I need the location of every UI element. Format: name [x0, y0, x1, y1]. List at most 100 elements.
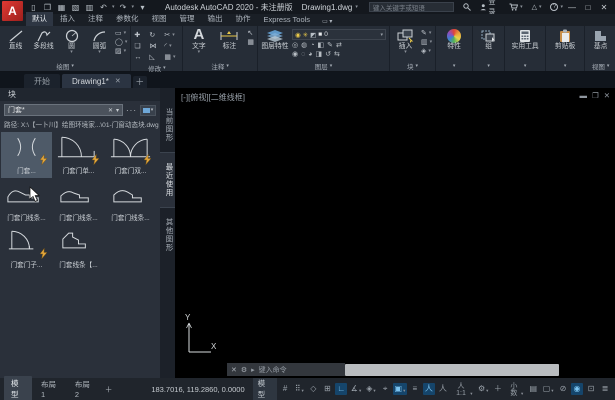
- save-as-icon[interactable]: ▧: [70, 3, 81, 12]
- qat-customize-icon[interactable]: ▾: [137, 3, 148, 12]
- ellipse-icon[interactable]: ◯▾: [115, 39, 127, 46]
- edit-attribute-icon-dropdown[interactable]: ▾: [429, 31, 432, 36]
- osnap-tracking-icon[interactable]: ⌖: [379, 383, 391, 395]
- clipboard-button[interactable]: 剪贴板: [549, 28, 581, 50]
- panel-expand-icon[interactable]: ▾: [226, 63, 229, 69]
- units-label-dropdown[interactable]: ▾: [521, 392, 523, 397]
- hatch-icon-dropdown[interactable]: ▾: [124, 49, 127, 54]
- annotation-monitor-icon[interactable]: ＋: [492, 383, 504, 395]
- snap-mode-icon-dropdown[interactable]: ▾: [302, 389, 304, 394]
- layer-isolate-icon[interactable]: ◍: [301, 42, 307, 49]
- panel-expand-icon[interactable]: ▾: [71, 63, 74, 69]
- circle-dropdown-icon[interactable]: ▾: [70, 50, 73, 56]
- layer-thaw-icon[interactable]: ◕: [308, 51, 312, 58]
- panel-view-label[interactable]: 视图▾: [585, 61, 615, 71]
- block-item-4[interactable]: 门套门线条...: [53, 179, 104, 225]
- plot-icon[interactable]: ▥: [84, 3, 95, 12]
- ellipse-icon-dropdown[interactable]: ▾: [125, 40, 128, 45]
- ribbon-tab-Express Tools[interactable]: Express Tools: [258, 14, 317, 26]
- copy-icon[interactable]: ❏: [134, 41, 149, 52]
- filter-dropdown-icon[interactable]: ▾: [116, 107, 119, 114]
- viewport-controls[interactable]: [-][俯视][二维线框]: [181, 92, 245, 103]
- search-icon[interactable]: [463, 3, 471, 11]
- palette-tab-当前图形[interactable]: 当前图形: [160, 98, 175, 152]
- panel-properties-label[interactable]: ▾: [436, 61, 472, 71]
- maximize-button[interactable]: □: [582, 3, 594, 12]
- osnap-icon-dropdown[interactable]: ▾: [403, 389, 405, 394]
- trim-icon-dropdown[interactable]: ▾: [172, 33, 175, 38]
- block-item-6[interactable]: 门套门子...: [1, 226, 52, 272]
- block-item-3[interactable]: 门套门线条...: [1, 179, 52, 225]
- help-dropdown-icon[interactable]: ▾: [560, 4, 563, 10]
- minimize-button[interactable]: —: [566, 3, 578, 12]
- panel-expand-icon[interactable]: ▾: [453, 63, 456, 69]
- ribbon-tab-默认[interactable]: 默认: [26, 12, 53, 26]
- panel-annotate-label[interactable]: 注释▾: [183, 61, 257, 71]
- arc-button[interactable]: 圆弧 ▾: [87, 28, 112, 56]
- quick-properties-icon[interactable]: ▤: [527, 383, 539, 395]
- save-icon[interactable]: ▦: [56, 3, 67, 12]
- layer-on-icon[interactable]: ◉: [292, 51, 298, 58]
- fillet-icon[interactable]: ◜▾: [164, 41, 179, 52]
- panel-expand-icon[interactable]: ▾: [607, 63, 610, 69]
- dynamic-input-icon[interactable]: ⊞: [321, 383, 333, 395]
- new-layout-button[interactable]: ＋: [102, 382, 116, 397]
- help-icon[interactable]: ?▾: [550, 3, 563, 11]
- fillet-icon-dropdown[interactable]: ▾: [169, 44, 172, 49]
- app-logo[interactable]: A: [2, 1, 23, 21]
- stretch-icon[interactable]: ↔: [134, 52, 149, 63]
- isodraft-icon-dropdown[interactable]: ▾: [373, 389, 375, 394]
- workspace-icon-dropdown[interactable]: ▾: [486, 389, 488, 394]
- polar-tracking-icon[interactable]: ∡▾: [349, 383, 362, 395]
- snap-mode-icon[interactable]: ⠿▾: [293, 383, 305, 395]
- redo-icon-dropdown[interactable]: ▾: [132, 4, 135, 10]
- panel-expand-icon[interactable]: ▾: [524, 63, 527, 69]
- layer-unlock-icon[interactable]: ◨: [316, 51, 323, 58]
- osnap-icon[interactable]: ▣▾: [393, 383, 407, 395]
- infer-constraints-icon[interactable]: ◇: [307, 383, 319, 395]
- text-dropdown-icon[interactable]: ▾: [198, 50, 201, 56]
- layer-unisolate-icon[interactable]: ◌: [301, 51, 305, 58]
- browse-button[interactable]: ···: [126, 106, 137, 115]
- layer-combo-dropdown-icon[interactable]: ▾: [380, 32, 383, 38]
- lineweight-icon[interactable]: ≡: [409, 383, 421, 395]
- rotate-icon[interactable]: ↻: [149, 30, 164, 41]
- leader-icon[interactable]: ↖: [247, 30, 254, 37]
- graphics-performance-icon[interactable]: ◉: [571, 383, 583, 395]
- alert-dropdown-icon[interactable]: ▾: [539, 4, 542, 10]
- panel-expand-icon[interactable]: ▾: [487, 63, 490, 69]
- close-button[interactable]: ✕: [598, 3, 610, 12]
- layer-off-icon[interactable]: ◎: [292, 42, 298, 49]
- layer-previous-icon[interactable]: ⇄: [336, 42, 342, 49]
- help-question-icon[interactable]: ?: [550, 3, 558, 11]
- ortho-icon[interactable]: ∟: [335, 383, 347, 395]
- layout-tab-模型[interactable]: 模型: [4, 376, 32, 400]
- ribbon-tab-管理[interactable]: 管理: [174, 12, 201, 26]
- undo-icon[interactable]: ↶: [98, 3, 109, 12]
- mirror-icon[interactable]: ⋈: [149, 41, 164, 52]
- rectangle-icon-dropdown[interactable]: ▾: [124, 31, 127, 36]
- tab-start[interactable]: 开始: [24, 74, 60, 88]
- array-icon[interactable]: ▦▾: [164, 52, 179, 63]
- tab-drawing1[interactable]: Drawing1* ✕: [62, 74, 131, 88]
- layer-properties-button[interactable]: 图层特性: [261, 28, 289, 50]
- dimension-button[interactable]: 标注: [214, 28, 244, 50]
- block-editor-icon[interactable]: ◈▾: [421, 48, 432, 55]
- panel-expand-icon[interactable]: ▾: [564, 63, 567, 69]
- ribbon-tab-参数化[interactable]: 参数化: [110, 12, 145, 26]
- panel-block-label[interactable]: 块▾: [390, 61, 435, 71]
- layer-lock-tool-icon[interactable]: ◧: [317, 42, 324, 49]
- model-space-toggle[interactable]: 模型: [253, 376, 278, 400]
- polyline-button[interactable]: 多段线: [31, 28, 56, 50]
- alert-icon[interactable]: △▾: [532, 3, 542, 11]
- store-cart-icon[interactable]: ▾: [509, 3, 523, 11]
- grid-icon[interactable]: #: [279, 383, 291, 395]
- help-search-input[interactable]: 键入关键字或短语: [369, 2, 454, 12]
- define-attributes-icon[interactable]: ▥▾: [421, 39, 432, 46]
- panel-clipboard-label[interactable]: ▾: [546, 61, 584, 71]
- block-item-7[interactable]: 门套线条【...: [53, 226, 104, 272]
- drawing-canvas[interactable]: [-][俯视][二维线框] ▬ ❐ ✕ Y X ✕ ⚙ ▸ 键入命令: [175, 88, 615, 378]
- edit-attribute-icon[interactable]: ✎▾: [421, 30, 432, 37]
- insert-button[interactable]: 插入 ▾: [393, 28, 418, 56]
- open-file-icon[interactable]: ❒: [42, 3, 53, 12]
